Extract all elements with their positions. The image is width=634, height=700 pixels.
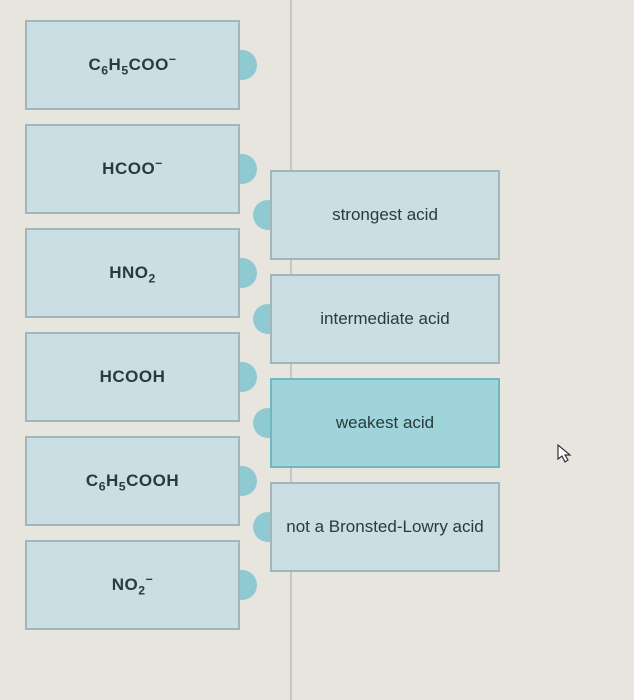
formula-label: HCOOH [100,367,166,387]
target-column: strongest acid intermediate acid weakest a… [270,170,500,690]
source-tile[interactable]: HNO2 [25,228,240,318]
source-tile[interactable]: C6H5COOH [25,436,240,526]
source-tile[interactable]: HCOO− [25,124,240,214]
target-tile[interactable]: strongest acid [270,170,500,260]
target-label: intermediate acid [320,309,449,329]
source-tile[interactable]: HCOOH [25,332,240,422]
source-tile[interactable]: C6H5COO− [25,20,240,110]
target-label: strongest acid [332,205,438,225]
target-tile-wrap: not a Bronsted-Lowry acid [270,482,500,572]
matching-container: C6H5COO− HCOO− HNO2 HCOOH C6H5COOH NO2− stron… [0,0,634,700]
source-tile-wrap: HNO2 [25,228,240,318]
source-column: C6H5COO− HCOO− HNO2 HCOOH C6H5COOH NO2− [25,20,240,690]
target-tile-wrap: weakest acid [270,378,500,468]
target-tile-wrap: strongest acid [270,170,500,260]
source-tile[interactable]: NO2− [25,540,240,630]
target-tile[interactable]: intermediate acid [270,274,500,364]
target-tile[interactable]: not a Bronsted-Lowry acid [270,482,500,572]
formula-label: NO2− [112,575,153,595]
target-label: weakest acid [336,413,434,433]
target-label: not a Bronsted-Lowry acid [286,517,484,537]
target-tile-wrap: intermediate acid [270,274,500,364]
formula-label: C6H5COO− [88,55,176,75]
formula-label: HNO2 [109,263,156,283]
source-tile-wrap: NO2− [25,540,240,630]
source-tile-wrap: C6H5COOH [25,436,240,526]
source-tile-wrap: HCOOH [25,332,240,422]
source-tile-wrap: C6H5COO− [25,20,240,110]
formula-label: C6H5COOH [86,471,179,491]
formula-label: HCOO− [102,159,163,179]
source-tile-wrap: HCOO− [25,124,240,214]
target-tile[interactable]: weakest acid [270,378,500,468]
